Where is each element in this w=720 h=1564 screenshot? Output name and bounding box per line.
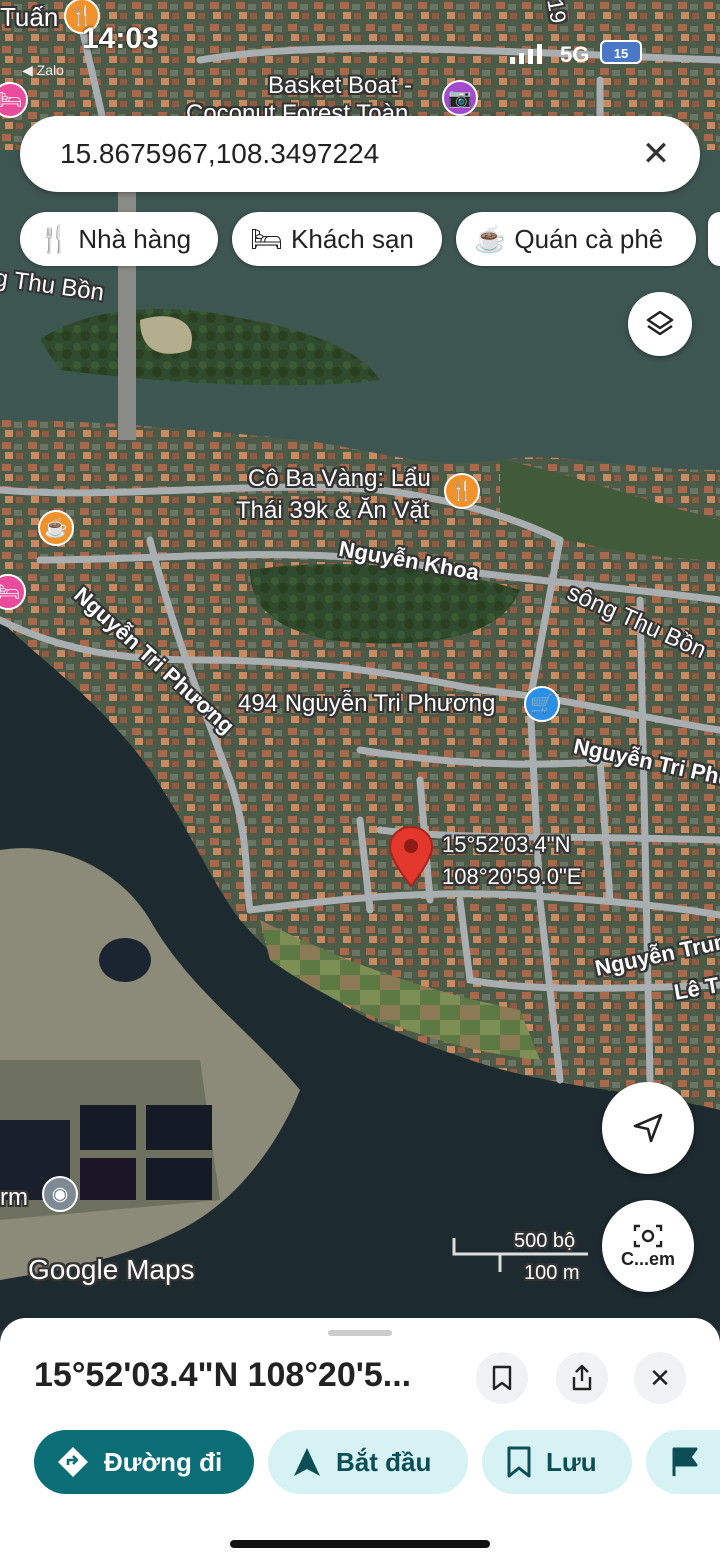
search-bar[interactable]: 15.8675967,108.3497224 ✕ (20, 116, 700, 192)
directions-icon (58, 1447, 88, 1477)
camera-lens-icon (633, 1224, 663, 1247)
satellite-map[interactable]: Tuấn 🍴 19 🛏 Basket Boat - Coconut Forest… (0, 0, 720, 1330)
save-label: Lưu (546, 1446, 597, 1477)
share-button[interactable] (556, 1352, 608, 1404)
chip-label: Nhà hàng (78, 223, 192, 254)
close-icon: ✕ (649, 1362, 671, 1393)
home-indicator[interactable] (230, 1540, 490, 1548)
place-title: 15°52'03.4"N 108°20'5... (34, 1356, 412, 1394)
chip-more[interactable] (708, 212, 720, 266)
directions-label: Đường đi (104, 1446, 223, 1477)
drag-handle[interactable] (328, 1330, 392, 1336)
navigation-arrow-icon (633, 1113, 663, 1143)
network-type: 5G (560, 42, 590, 67)
chip-restaurants[interactable]: 🍴 Nhà hàng (20, 212, 218, 266)
close-sheet-button[interactable]: ✕ (634, 1352, 686, 1404)
layers-button[interactable] (628, 292, 692, 356)
status-bar: 14:03 ◀ Zalo 5G 15 (0, 0, 720, 80)
map-label-494-shop: 494 Nguyễn Tri Phương (238, 690, 496, 717)
place-poi-icon[interactable]: ◉ (42, 1176, 78, 1212)
map-label-farm: rm (0, 1184, 28, 1211)
map-label-co-ba-vang-2: Thái 39k & Ăn Vặt (236, 497, 430, 524)
camera-poi-icon[interactable]: 📷 (442, 80, 478, 116)
share-icon (572, 1364, 592, 1391)
save-bookmark-button[interactable] (476, 1352, 528, 1404)
cafe-icon: ☕ (474, 223, 507, 254)
place-sheet[interactable]: 15°52'03.4"N 108°20'5... ✕ Đường đi Bắt … (0, 1318, 720, 1564)
directions-button[interactable]: Đường đi (34, 1430, 254, 1494)
lens-button[interactable]: C...em (602, 1200, 694, 1292)
shopping-cart-poi-icon[interactable]: 🛒 (524, 686, 560, 722)
start-button[interactable]: Bắt đầu (268, 1430, 468, 1494)
pin-coord-lng: 108°20'59.0"E (442, 864, 582, 889)
bookmark-icon (492, 1365, 512, 1391)
scale-metric: 100 m (524, 1262, 580, 1284)
location-pin-icon[interactable] (388, 826, 434, 888)
battery-icon: 15 (600, 40, 642, 64)
my-location-button[interactable] (602, 1082, 694, 1174)
bookmark-icon (507, 1446, 531, 1478)
search-query[interactable]: 15.8675967,108.3497224 (60, 138, 379, 170)
map-label-co-ba-vang: Cô Ba Vàng: Lẩu (248, 465, 431, 492)
restaurant-icon: 🍴 (38, 223, 71, 254)
back-to-app[interactable]: ◀ Zalo (22, 62, 64, 79)
chip-label: Quán cà phê (514, 223, 664, 254)
chip-label: Khách sạn (291, 223, 414, 254)
chip-cafes[interactable]: ☕ Quán cà phê (456, 212, 696, 266)
layers-icon (646, 310, 674, 336)
restaurant-poi-icon[interactable]: 🍴 (444, 473, 480, 509)
scale-imperial: 500 bộ (514, 1230, 576, 1252)
navigation-arrow-icon (294, 1448, 320, 1476)
close-icon[interactable]: ✕ (636, 134, 676, 174)
cafe-poi-icon[interactable]: ☕ (38, 510, 74, 546)
signal-icon (510, 44, 542, 64)
hotel-icon: 🛏 (250, 223, 284, 254)
lens-label: C...em (620, 1248, 676, 1269)
chip-hotels[interactable]: 🛏 Khách sạn (232, 212, 442, 266)
google-maps-logo: Google Maps (28, 1254, 195, 1285)
flag-icon (672, 1447, 698, 1476)
save-button[interactable]: Lưu (482, 1430, 632, 1494)
status-time: 14:03 (82, 22, 159, 55)
label-button[interactable] (646, 1430, 720, 1494)
start-label: Bắt đầu (336, 1446, 432, 1477)
pin-coord-lat: 15°52'03.4"N (442, 832, 571, 857)
